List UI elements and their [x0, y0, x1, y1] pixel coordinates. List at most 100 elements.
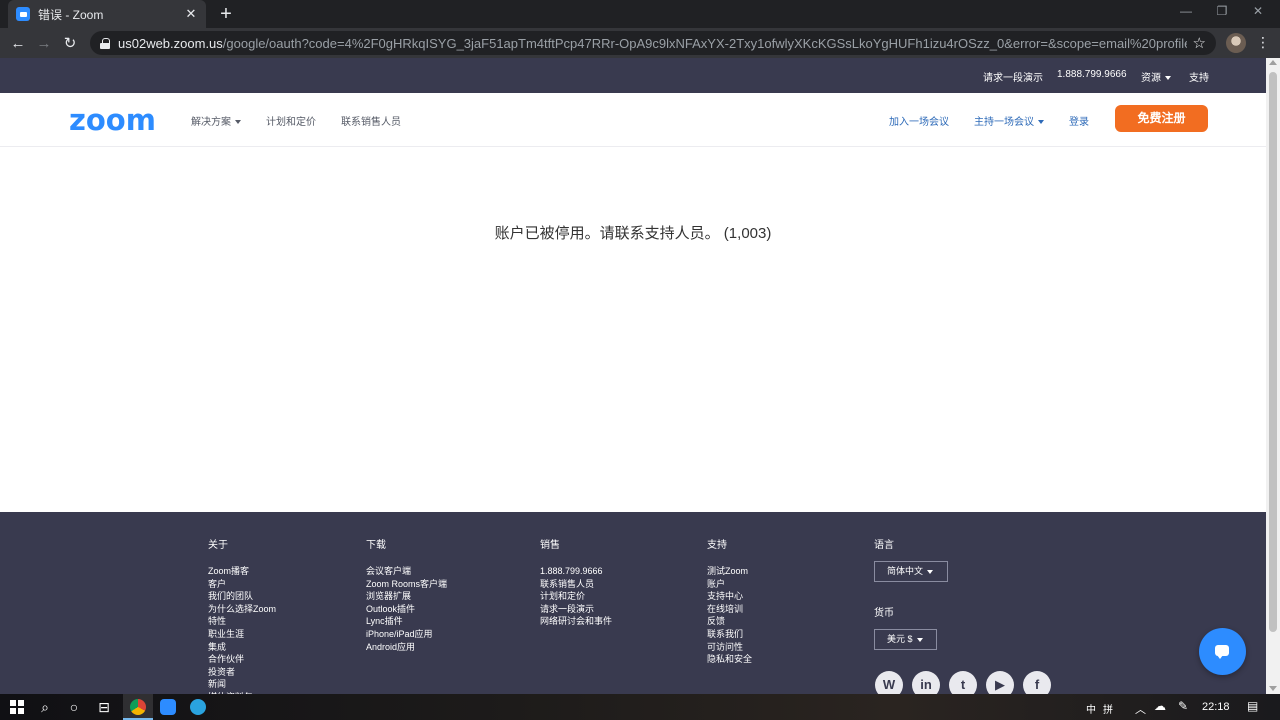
- telegram-taskbar-app[interactable]: [183, 694, 213, 720]
- footer-link[interactable]: 为什么选择Zoom: [208, 603, 276, 616]
- zoom-taskbar-app[interactable]: [153, 694, 183, 720]
- restore-icon[interactable]: ❐: [1210, 4, 1234, 18]
- zoom-favicon-icon: [16, 7, 30, 21]
- footer-link[interactable]: Zoom Rooms客户端: [366, 578, 447, 591]
- footer-link[interactable]: Zoom播客: [208, 565, 276, 578]
- footer-link[interactable]: 投资者: [208, 666, 276, 679]
- caret-down-icon: [916, 637, 923, 642]
- currency-select[interactable]: 美元 $: [874, 629, 937, 650]
- footer-heading: 下载: [366, 540, 386, 551]
- footer-heading: 销售: [540, 540, 560, 551]
- footer-link[interactable]: 测试Zoom: [707, 565, 752, 578]
- bookmark-star-icon[interactable]: ☆: [1193, 34, 1206, 52]
- tray-expand-icon[interactable]: ︿: [1135, 701, 1146, 717]
- footer-download-column: 下载 会议客户端 Zoom Rooms客户端 浏览器扩展 Outlook插件 L…: [366, 536, 447, 653]
- footer-link[interactable]: Android应用: [366, 641, 447, 654]
- scroll-down-icon[interactable]: [1269, 686, 1277, 691]
- taskbar-clock[interactable]: 22:18: [1202, 701, 1230, 713]
- currency-heading: 货币: [874, 608, 894, 619]
- chrome-taskbar-app[interactable]: [123, 694, 153, 720]
- tab-title: 错误 - Zoom: [38, 7, 104, 22]
- scroll-up-icon[interactable]: [1269, 60, 1277, 65]
- footer-link[interactable]: 客户: [208, 578, 276, 591]
- footer-link[interactable]: 合作伙伴: [208, 653, 276, 666]
- profile-avatar[interactable]: [1226, 33, 1246, 53]
- request-demo-link[interactable]: 请求一段演示: [983, 69, 1043, 84]
- solutions-menu[interactable]: 解决方案: [191, 113, 241, 128]
- footer-link[interactable]: 隐私和安全: [707, 653, 752, 666]
- footer-heading: 关于: [208, 540, 228, 551]
- footer-link[interactable]: 联系销售人员: [540, 578, 612, 591]
- new-tab-button[interactable]: +: [216, 3, 236, 25]
- footer-link[interactable]: 新闻: [208, 678, 276, 691]
- notification-icon[interactable]: ▤: [1247, 699, 1258, 713]
- tab-close-icon[interactable]: ✕: [184, 6, 198, 22]
- browser-menu-icon[interactable]: ⋮: [1256, 34, 1270, 51]
- url-text[interactable]: us02web.zoom.us/google/oauth?code=4%2F0g…: [118, 36, 1187, 51]
- pen-icon[interactable]: ✎: [1178, 699, 1188, 713]
- zoom-app-icon: [160, 699, 176, 715]
- reload-icon[interactable]: ↻: [57, 34, 83, 52]
- footer-link[interactable]: iPhone/iPad应用: [366, 628, 447, 641]
- sign-in-link[interactable]: 登录: [1069, 113, 1089, 128]
- contact-sales-link[interactable]: 联系销售人员: [341, 113, 401, 128]
- footer-support-column: 支持 测试Zoom 账户 支持中心 在线培训 反馈 联系我们 可访问性 隐私和安…: [707, 536, 752, 666]
- zoom-logo[interactable]: zoom: [69, 103, 156, 137]
- footer-link[interactable]: 集成: [208, 641, 276, 654]
- plans-pricing-link[interactable]: 计划和定价: [266, 113, 316, 128]
- window-close-icon[interactable]: ✕: [1246, 4, 1270, 18]
- chrome-icon: [130, 699, 146, 715]
- host-meeting-menu[interactable]: 主持一场会议: [974, 113, 1044, 128]
- language-heading: 语言: [874, 540, 894, 551]
- error-message: 账户已被停用。请联系支持人员。 (1,003): [494, 225, 772, 242]
- footer-sales-column: 销售 1.888.799.9666 联系销售人员 计划和定价 请求一段演示 网络…: [540, 536, 612, 628]
- phone-link[interactable]: 1.888.799.9666: [1057, 69, 1127, 80]
- footer-link[interactable]: 账户: [707, 578, 752, 591]
- utility-bar: 请求一段演示 1.888.799.9666 资源 支持: [0, 58, 1266, 93]
- ime-mode-indicator[interactable]: 中: [1086, 701, 1096, 716]
- footer-link[interactable]: Outlook插件: [366, 603, 447, 616]
- footer-link[interactable]: Lync插件: [366, 615, 447, 628]
- footer-link[interactable]: 特性: [208, 615, 276, 628]
- footer-link[interactable]: 网络研讨会和事件: [540, 615, 612, 628]
- caret-down-icon: [1038, 120, 1044, 125]
- support-link[interactable]: 支持: [1189, 69, 1209, 84]
- windows-start-icon[interactable]: [10, 700, 24, 714]
- search-icon[interactable]: ⌕: [37, 699, 53, 715]
- site-footer: 关于 Zoom播客 客户 我们的团队 为什么选择Zoom 特性 职业生涯 集成 …: [0, 512, 1266, 702]
- ime-layout-indicator[interactable]: 拼: [1103, 701, 1113, 716]
- browser-tab-strip: 错误 - Zoom ✕ + — ❐ ✕: [0, 0, 1280, 28]
- chat-bubble-button[interactable]: [1199, 628, 1246, 675]
- caret-down-icon: [927, 569, 934, 574]
- sign-up-button[interactable]: 免费注册: [1115, 105, 1208, 132]
- browser-tab[interactable]: 错误 - Zoom ✕: [8, 0, 206, 28]
- back-arrow-icon[interactable]: ←: [5, 35, 31, 52]
- task-view-icon[interactable]: ⊟: [96, 699, 112, 715]
- language-select[interactable]: 简体中文: [874, 561, 948, 582]
- footer-link[interactable]: 支持中心: [707, 590, 752, 603]
- footer-link[interactable]: 浏览器扩展: [366, 590, 447, 603]
- resources-menu[interactable]: 资源: [1141, 69, 1171, 84]
- page-scrollbar[interactable]: [1266, 58, 1280, 694]
- minimize-icon[interactable]: —: [1174, 4, 1198, 18]
- footer-link[interactable]: 1.888.799.9666: [540, 565, 612, 578]
- footer-link[interactable]: 请求一段演示: [540, 603, 612, 616]
- browser-toolbar: ← → ↻ us02web.zoom.us/google/oauth?code=…: [0, 28, 1280, 58]
- footer-link[interactable]: 职业生涯: [208, 628, 276, 641]
- scroll-thumb[interactable]: [1269, 72, 1277, 632]
- cortana-circle-icon[interactable]: ○: [66, 699, 82, 715]
- address-bar[interactable]: us02web.zoom.us/google/oauth?code=4%2F0g…: [90, 31, 1216, 55]
- footer-link[interactable]: 可访问性: [707, 641, 752, 654]
- footer-link[interactable]: 联系我们: [707, 628, 752, 641]
- footer-link[interactable]: 会议客户端: [366, 565, 447, 578]
- join-meeting-link[interactable]: 加入一场会议: [889, 113, 949, 128]
- footer-link[interactable]: 反馈: [707, 615, 752, 628]
- caret-down-icon: [235, 120, 241, 125]
- telegram-icon: [190, 699, 206, 715]
- cloud-icon[interactable]: ☁: [1154, 699, 1166, 713]
- footer-link[interactable]: 在线培训: [707, 603, 752, 616]
- footer-link[interactable]: 我们的团队: [208, 590, 276, 603]
- lock-icon[interactable]: [100, 37, 110, 49]
- forward-arrow-icon[interactable]: →: [31, 35, 57, 52]
- footer-link[interactable]: 计划和定价: [540, 590, 612, 603]
